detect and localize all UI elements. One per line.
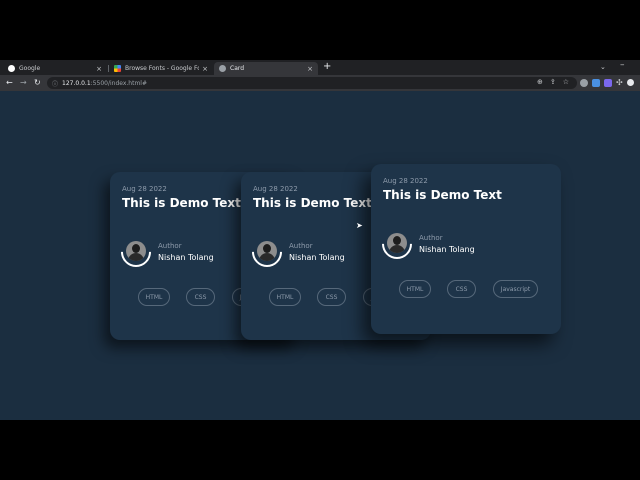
tab-strip: Google × Browse Fonts - Google Fonts × C… <box>0 60 640 75</box>
close-icon[interactable]: × <box>96 65 102 73</box>
address-bar[interactable]: ⓘ 127.0.0.1:5500/index.html# ⊕ ⇪ ☆ <box>47 77 577 89</box>
card-date: Aug 28 2022 <box>253 185 298 193</box>
url-host: 127.0.0.1 <box>62 79 91 87</box>
card-title: This is Demo Text <box>122 196 241 210</box>
tab-label: Browse Fonts - Google Fonts <box>125 65 200 72</box>
tab-label: Card <box>230 65 245 72</box>
google-fonts-icon <box>114 65 121 72</box>
tab-card[interactable]: Card × <box>214 62 318 75</box>
extension-icon[interactable] <box>592 79 600 87</box>
minimize-icon[interactable]: – <box>620 60 625 70</box>
avatar <box>126 241 146 261</box>
author-name: Nishan Tolang <box>158 253 214 262</box>
browser-window: Google × Browse Fonts - Google Fonts × C… <box>0 60 640 420</box>
tag-css[interactable]: CSS <box>447 280 476 298</box>
tag-javascript[interactable]: Javascript <box>493 280 538 298</box>
back-icon[interactable]: ← <box>6 78 13 88</box>
close-icon[interactable]: × <box>307 65 313 73</box>
card-title: This is Demo Text <box>253 196 372 210</box>
forward-icon[interactable]: → <box>20 78 27 88</box>
author-name: Nishan Tolang <box>289 253 345 262</box>
card-date: Aug 28 2022 <box>383 177 428 185</box>
tag-html[interactable]: HTML <box>269 288 301 306</box>
browser-toolbar: ← → ↻ ⓘ 127.0.0.1:5500/index.html# ⊕ ⇪ ☆… <box>0 75 640 91</box>
author-label: Author <box>419 234 443 242</box>
zoom-icon[interactable]: ⊕ <box>537 78 543 86</box>
tag-css[interactable]: CSS <box>317 288 346 306</box>
blog-card: Aug 28 2022 This is Demo Text Author Nis… <box>371 164 561 334</box>
tab-search-icon[interactable]: ⌄ <box>600 63 606 71</box>
tag-html[interactable]: HTML <box>399 280 431 298</box>
new-tab-button[interactable]: + <box>323 61 331 72</box>
tab-label: Google <box>19 65 41 72</box>
card-title: This is Demo Text <box>383 188 502 202</box>
avatar <box>387 233 407 253</box>
google-icon <box>8 65 15 72</box>
bookmark-star-icon[interactable]: ☆ <box>563 78 569 86</box>
author-label: Author <box>158 242 182 250</box>
puzzle-extensions-icon[interactable]: ✣ <box>616 78 623 87</box>
profile-avatar-icon[interactable] <box>627 79 634 86</box>
card-date: Aug 28 2022 <box>122 185 167 193</box>
url-path: :5500/index.html# <box>90 79 147 87</box>
close-icon[interactable]: × <box>202 65 208 73</box>
author-name: Nishan Tolang <box>419 245 475 254</box>
mouse-cursor-icon: ➤ <box>356 221 363 230</box>
avatar <box>257 241 277 261</box>
extension-icon[interactable] <box>604 79 612 87</box>
globe-icon <box>219 65 226 72</box>
site-info-icon[interactable]: ⓘ <box>52 79 58 88</box>
author-label: Author <box>289 242 313 250</box>
tab-google[interactable]: Google × <box>3 62 107 75</box>
reload-icon[interactable]: ↻ <box>34 78 41 88</box>
tab-google-fonts[interactable]: Browse Fonts - Google Fonts × <box>109 62 213 75</box>
extension-icon[interactable] <box>580 79 588 87</box>
share-icon[interactable]: ⇪ <box>550 78 556 86</box>
tag-html[interactable]: HTML <box>138 288 170 306</box>
tag-css[interactable]: CSS <box>186 288 215 306</box>
